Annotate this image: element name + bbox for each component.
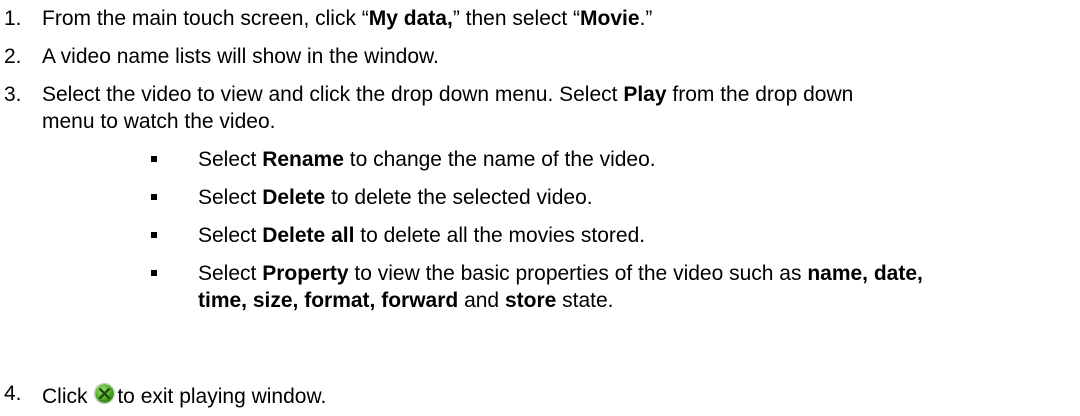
bullet-square-icon	[151, 270, 157, 276]
delete-all-label: Delete all	[262, 224, 355, 247]
name-date-label: name, date,	[807, 262, 923, 285]
step-1-text: From the main touch screen, click “My da…	[42, 7, 653, 30]
bullet-square-icon	[151, 194, 157, 200]
step-3-number: 3.	[4, 83, 22, 106]
bullet-square-icon	[151, 156, 157, 162]
movie-label: Movie	[580, 7, 640, 30]
step-3-text-line-2: menu to watch the video.	[42, 110, 276, 133]
step-4-text: Click to exit playing window.	[42, 382, 326, 409]
rename-label: Rename	[262, 148, 344, 171]
property-label: Property	[262, 262, 349, 285]
step-1-number: 1.	[4, 7, 22, 30]
instruction-document: 1. From the main touch screen, click “My…	[4, 7, 923, 409]
my-data-label: My data,	[368, 7, 453, 30]
store-label: store	[504, 289, 557, 312]
step-3-text-line-1: Select the video to view and click the d…	[42, 83, 854, 106]
time-size-format-forward-label: time, size, format, forward	[198, 289, 459, 312]
step-2-text: A video name lists will show in the wind…	[42, 45, 439, 68]
play-label: Play	[623, 83, 667, 106]
close-x-circle-icon	[93, 382, 116, 405]
bullet-square-icon	[151, 232, 157, 238]
delete-label: Delete	[262, 186, 326, 209]
step-2-number: 2.	[4, 45, 22, 68]
step-4-number: 4.	[4, 382, 22, 405]
